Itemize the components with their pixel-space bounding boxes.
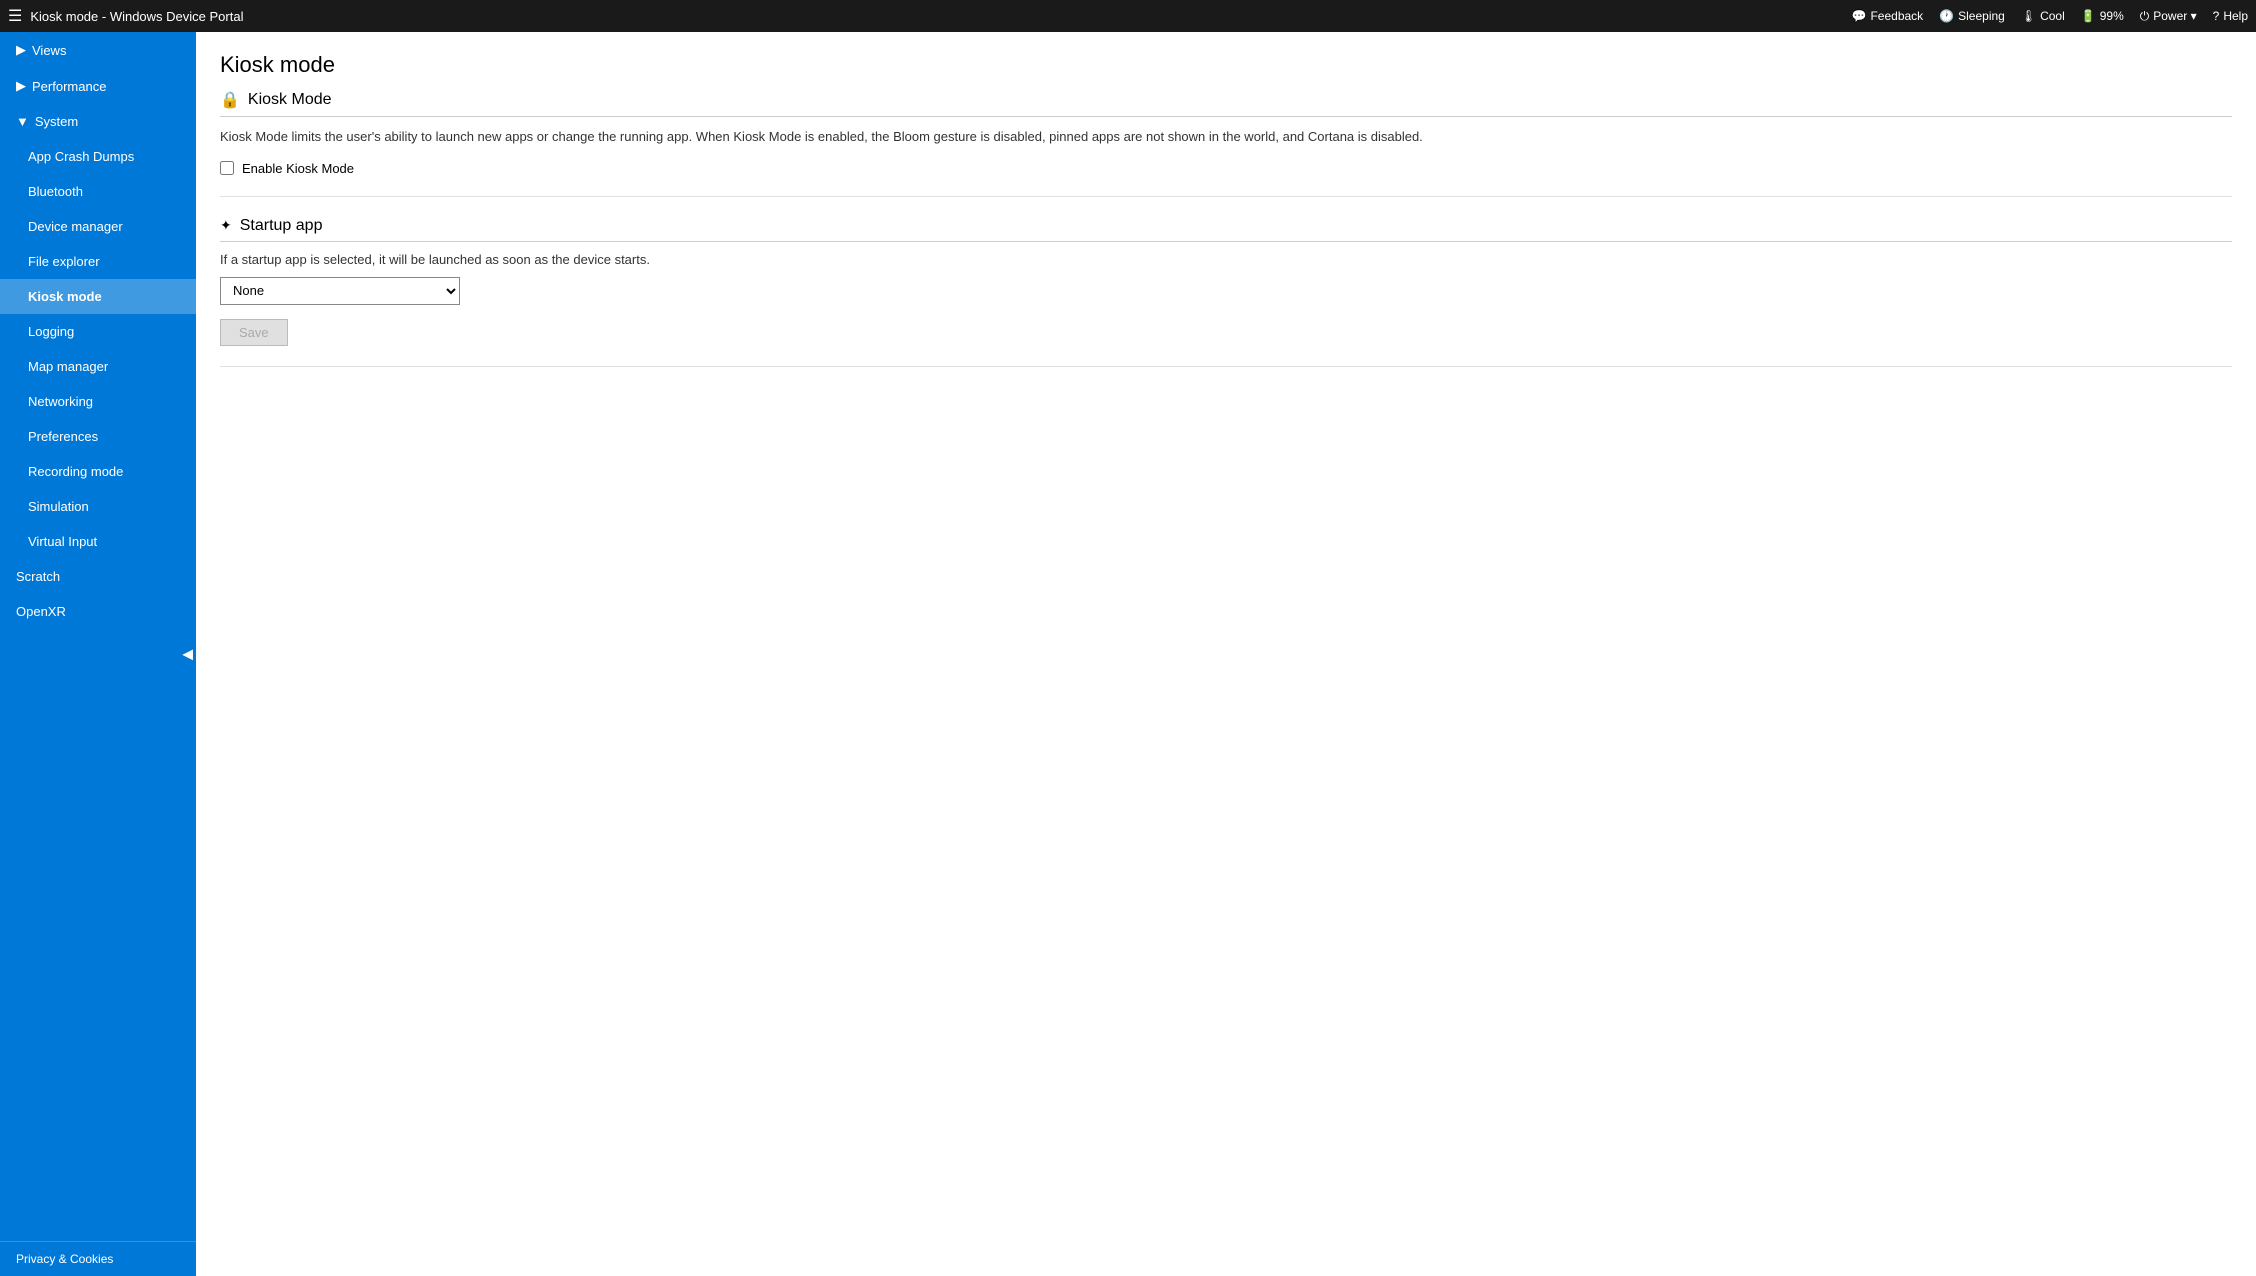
- battery-indicator: 🔋 99%: [2081, 9, 2124, 23]
- chevron-right-icon: ▶: [16, 42, 26, 58]
- help-label: Help: [2223, 9, 2248, 23]
- enable-kiosk-mode-checkbox[interactable]: [220, 161, 234, 175]
- save-button[interactable]: Save: [220, 319, 288, 346]
- sidebar-item-system[interactable]: ▼ System: [0, 104, 196, 139]
- enable-kiosk-mode-row: Enable Kiosk Mode: [220, 161, 2232, 176]
- kiosk-mode-section-header: 🔒 Kiosk Mode: [220, 90, 2232, 117]
- battery-label: 99%: [2100, 9, 2124, 23]
- window-title: Kiosk mode - Windows Device Portal: [30, 9, 1851, 24]
- main-layout: ◀ ▶ Views ▶ Performance ▼ System App Cra…: [0, 32, 2256, 1276]
- content-area: Kiosk mode 🔒 Kiosk Mode Kiosk Mode limit…: [196, 32, 2256, 1276]
- thermometer-icon: 🌡: [2021, 9, 2036, 23]
- sidebar: ◀ ▶ Views ▶ Performance ▼ System App Cra…: [0, 32, 196, 1276]
- sidebar-collapse-button[interactable]: ◀: [178, 638, 196, 671]
- nav-group-performance: ▶ Performance: [0, 68, 196, 104]
- page-title: Kiosk mode: [220, 52, 2232, 78]
- privacy-cookies-link[interactable]: Privacy & Cookies: [0, 1241, 196, 1276]
- startup-app-heading: Startup app: [240, 217, 323, 235]
- titlebar: ☰ Kiosk mode - Windows Device Portal 💬 F…: [0, 0, 2256, 32]
- system-label: System: [35, 114, 78, 129]
- sleeping-icon: 🕐: [1939, 9, 1954, 23]
- privacy-cookies-label: Privacy & Cookies: [16, 1252, 113, 1266]
- cool-label: Cool: [2040, 9, 2065, 23]
- feedback-button[interactable]: 💬 Feedback: [1852, 9, 1924, 23]
- sidebar-item-logging[interactable]: Logging: [0, 314, 196, 349]
- power-icon: ⏻: [2140, 9, 2150, 24]
- lock-icon: 🔒: [220, 90, 240, 110]
- startup-icon: ✦: [220, 217, 232, 234]
- sidebar-item-performance[interactable]: ▶ Performance: [0, 68, 196, 104]
- sidebar-item-file-explorer[interactable]: File explorer: [0, 244, 196, 279]
- sidebar-item-device-manager[interactable]: Device manager: [0, 209, 196, 244]
- views-label: Views: [32, 43, 66, 58]
- sidebar-item-scratch[interactable]: Scratch: [0, 559, 196, 594]
- nav-group-views: ▶ Views: [0, 32, 196, 68]
- kiosk-mode-heading: Kiosk Mode: [248, 91, 332, 109]
- feedback-icon: 💬: [1852, 9, 1867, 23]
- nav-group-system: ▼ System App Crash Dumps Bluetooth Devic…: [0, 104, 196, 559]
- feedback-label: Feedback: [1870, 9, 1923, 23]
- enable-kiosk-mode-label[interactable]: Enable Kiosk Mode: [242, 161, 354, 176]
- section-divider: [220, 196, 2232, 197]
- sidebar-item-views[interactable]: ▶ Views: [0, 32, 196, 68]
- cool-button[interactable]: 🌡 Cool: [2021, 9, 2065, 23]
- menu-icon[interactable]: ☰: [8, 6, 22, 26]
- help-button[interactable]: ? Help: [2213, 9, 2248, 23]
- startup-app-dropdown[interactable]: None: [220, 277, 460, 305]
- power-button[interactable]: ⏻ Power ▾: [2140, 9, 2197, 24]
- sidebar-item-networking[interactable]: Networking: [0, 384, 196, 419]
- sidebar-item-app-crash-dumps[interactable]: App Crash Dumps: [0, 139, 196, 174]
- sleeping-button[interactable]: 🕐 Sleeping: [1939, 9, 2005, 23]
- sidebar-item-virtual-input[interactable]: Virtual Input: [0, 524, 196, 559]
- chevron-down-icon: ▼: [16, 114, 29, 129]
- sidebar-item-bluetooth[interactable]: Bluetooth: [0, 174, 196, 209]
- startup-app-description: If a startup app is selected, it will be…: [220, 252, 2232, 267]
- startup-app-section: ✦ Startup app If a startup app is select…: [220, 217, 2232, 346]
- sidebar-item-simulation[interactable]: Simulation: [0, 489, 196, 524]
- sidebar-item-map-manager[interactable]: Map manager: [0, 349, 196, 384]
- bottom-divider: [220, 366, 2232, 367]
- sidebar-item-openxr[interactable]: OpenXR: [0, 594, 196, 629]
- chevron-right-icon-perf: ▶: [16, 78, 26, 94]
- power-label: Power ▾: [2153, 9, 2196, 23]
- sidebar-item-recording-mode[interactable]: Recording mode: [0, 454, 196, 489]
- toolbar: 💬 Feedback 🕐 Sleeping 🌡 Cool 🔋 99% ⏻ Pow…: [1852, 9, 2248, 24]
- help-icon: ?: [2213, 9, 2220, 23]
- startup-app-section-header: ✦ Startup app: [220, 217, 2232, 242]
- sidebar-item-preferences[interactable]: Preferences: [0, 419, 196, 454]
- sidebar-item-kiosk-mode[interactable]: Kiosk mode: [0, 279, 196, 314]
- kiosk-mode-description: Kiosk Mode limits the user's ability to …: [220, 127, 2232, 147]
- battery-icon: 🔋: [2081, 9, 2096, 23]
- sleeping-label: Sleeping: [1958, 9, 2005, 23]
- performance-label: Performance: [32, 79, 106, 94]
